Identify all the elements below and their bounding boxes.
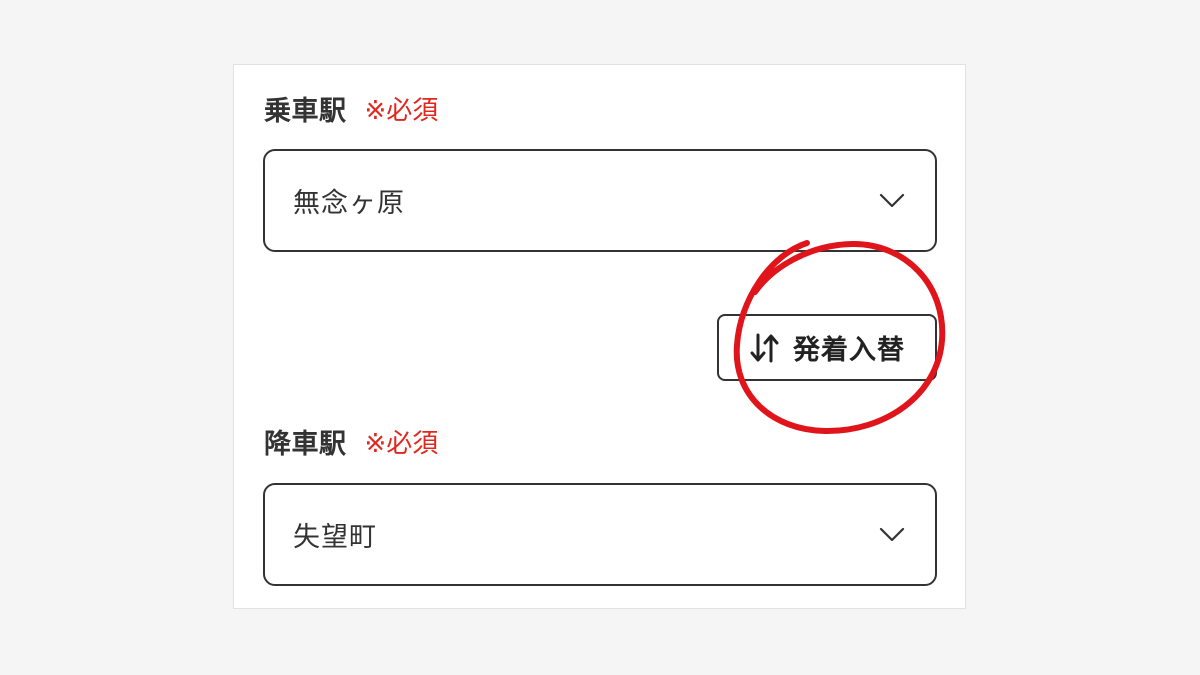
departure-label: 乗車駅 [264,95,347,127]
arrival-label: 降車駅 [264,428,347,460]
swap-stations-label: 発着入替 [793,335,905,366]
departure-station-select[interactable]: 無念ヶ原 [263,149,937,252]
station-form-panel: 乗車駅 ※必須 無念ヶ原 発着入替 降車駅 ※必須 失望町 [233,64,966,609]
arrival-station-select[interactable]: 失望町 [263,483,937,586]
departure-required-badge: ※必須 [364,95,439,126]
swap-arrows-icon [750,333,779,362]
departure-label-row: 乗車駅 ※必須 [264,88,438,128]
swap-stations-button[interactable]: 発着入替 [717,314,937,381]
arrival-label-row: 降車駅 ※必須 [264,421,438,461]
chevron-down-icon [879,193,905,207]
arrival-station-value: 失望町 [293,522,377,553]
chevron-down-icon [879,527,905,541]
arrival-required-badge: ※必須 [364,428,439,459]
departure-station-value: 無念ヶ原 [293,188,405,219]
